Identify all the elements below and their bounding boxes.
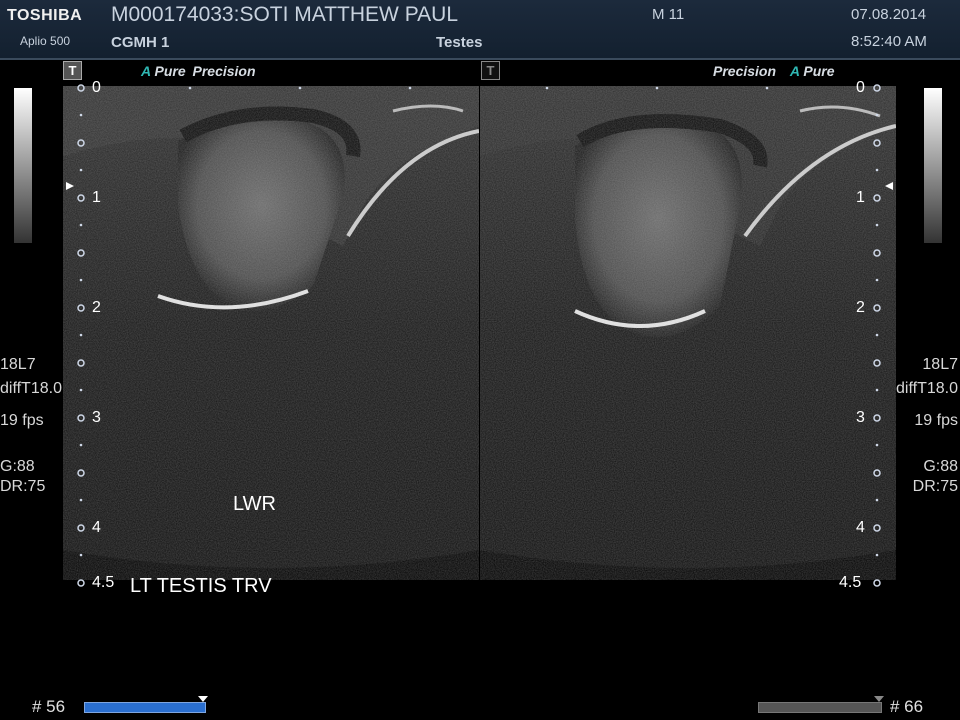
- right-depth-4: 4: [856, 519, 865, 536]
- right-fps: 19 fps: [914, 412, 958, 429]
- right-cine-marker[interactable]: [874, 696, 884, 702]
- right-frame-number: # 66: [890, 697, 924, 716]
- left-probe: 18L7: [0, 356, 36, 373]
- left-filter: diffT18.0: [0, 380, 62, 397]
- right-depth-3: 3: [856, 409, 865, 426]
- left-frame-number: # 56: [32, 697, 66, 716]
- left-depth-0: 0: [92, 79, 101, 96]
- left-depth-1: 1: [92, 189, 101, 206]
- left-depth-3: 3: [92, 409, 101, 426]
- left-gain: G:88: [0, 458, 35, 475]
- right-filter: diffT18.0: [896, 380, 958, 397]
- right-depth-2: 2: [856, 299, 865, 316]
- right-depth-4-5: 4.5: [839, 574, 862, 591]
- left-fps: 19 fps: [0, 412, 44, 429]
- right-dr: DR:75: [912, 478, 958, 495]
- left-cine-marker[interactable]: [198, 696, 208, 702]
- left-depth-4-5: 4.5: [92, 574, 115, 591]
- annotation-lwr: LWR: [233, 493, 276, 515]
- left-depth-4: 4: [92, 519, 101, 536]
- annotation-title: LT TESTIS TRV: [130, 575, 272, 597]
- right-gain: G:88: [923, 458, 958, 475]
- depth-scale-markers: [66, 84, 893, 587]
- right-depth-0: 0: [856, 79, 865, 96]
- left-cine-bar[interactable]: [84, 702, 206, 713]
- right-depth-1: 1: [856, 189, 865, 206]
- right-probe: 18L7: [922, 356, 958, 373]
- left-dr: DR:75: [0, 478, 46, 495]
- left-depth-2: 2: [92, 299, 101, 316]
- right-cine-bar[interactable]: [758, 702, 882, 713]
